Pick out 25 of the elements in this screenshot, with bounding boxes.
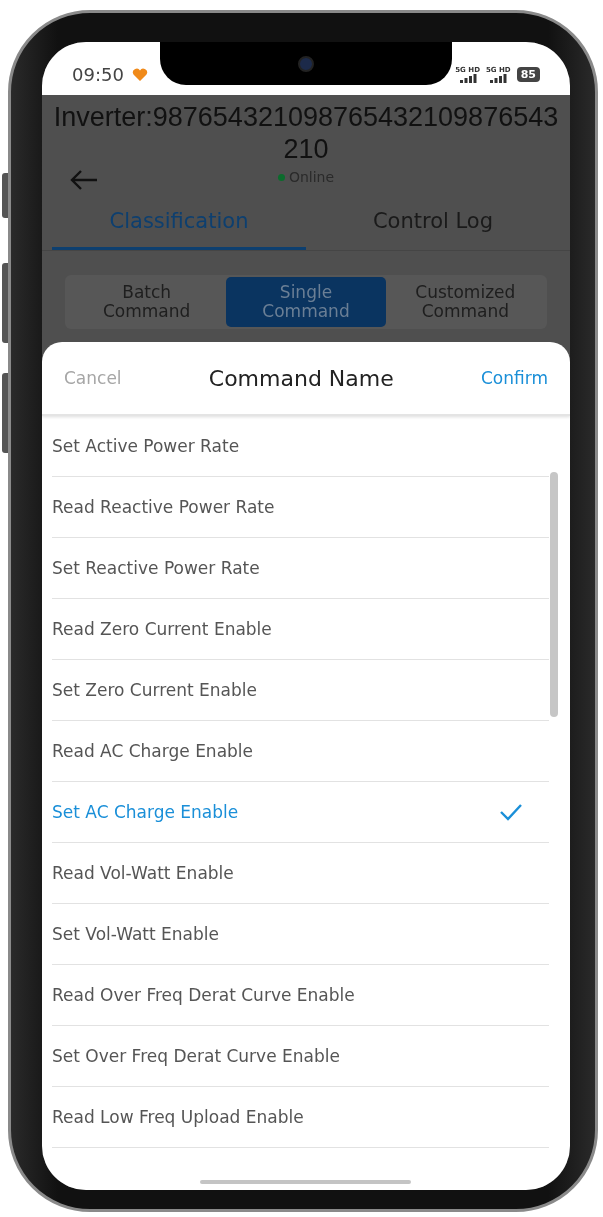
back-arrow-icon[interactable]	[69, 169, 99, 191]
signal-icon	[457, 74, 478, 83]
camera-icon	[298, 55, 314, 72]
confirm-button[interactable]: Confirm	[481, 368, 548, 388]
check-icon	[499, 803, 523, 821]
scrollbar[interactable]	[550, 472, 558, 717]
command-option[interactable]: Read Low Freq Upload Enable	[52, 1087, 549, 1148]
battery-level: 85	[516, 67, 540, 82]
command-option[interactable]: Set Active Power Rate	[52, 416, 549, 477]
command-option[interactable]: Set Zero Current Enable	[52, 660, 549, 721]
command-option[interactable]: Read Vol-Watt Enable	[52, 843, 549, 904]
command-option[interactable]: Set Over Freq Derat Curve Enable	[52, 1026, 549, 1087]
heart-icon	[131, 67, 148, 82]
command-option[interactable]: Read Reactive Power Rate	[52, 477, 549, 538]
command-option[interactable]: Set Vol-Watt Enable	[52, 904, 549, 965]
command-option[interactable]: Set Reactive Power Rate	[52, 538, 549, 599]
inverter-title: Inverter:987654321098765432109876543210	[52, 101, 560, 165]
command-option[interactable]: Read Zero Current Enable	[52, 599, 549, 660]
command-option[interactable]: Set AC Charge Enable	[52, 782, 549, 843]
signal-icon	[488, 74, 509, 83]
clock-time: 09:50	[72, 64, 124, 85]
status-dot	[277, 173, 285, 181]
command-option[interactable]: Read AC Charge Enable	[52, 721, 549, 782]
command-option[interactable]: Read Over Freq Derat Curve Enable	[52, 965, 549, 1026]
sheet-title: Command Name	[208, 365, 394, 391]
